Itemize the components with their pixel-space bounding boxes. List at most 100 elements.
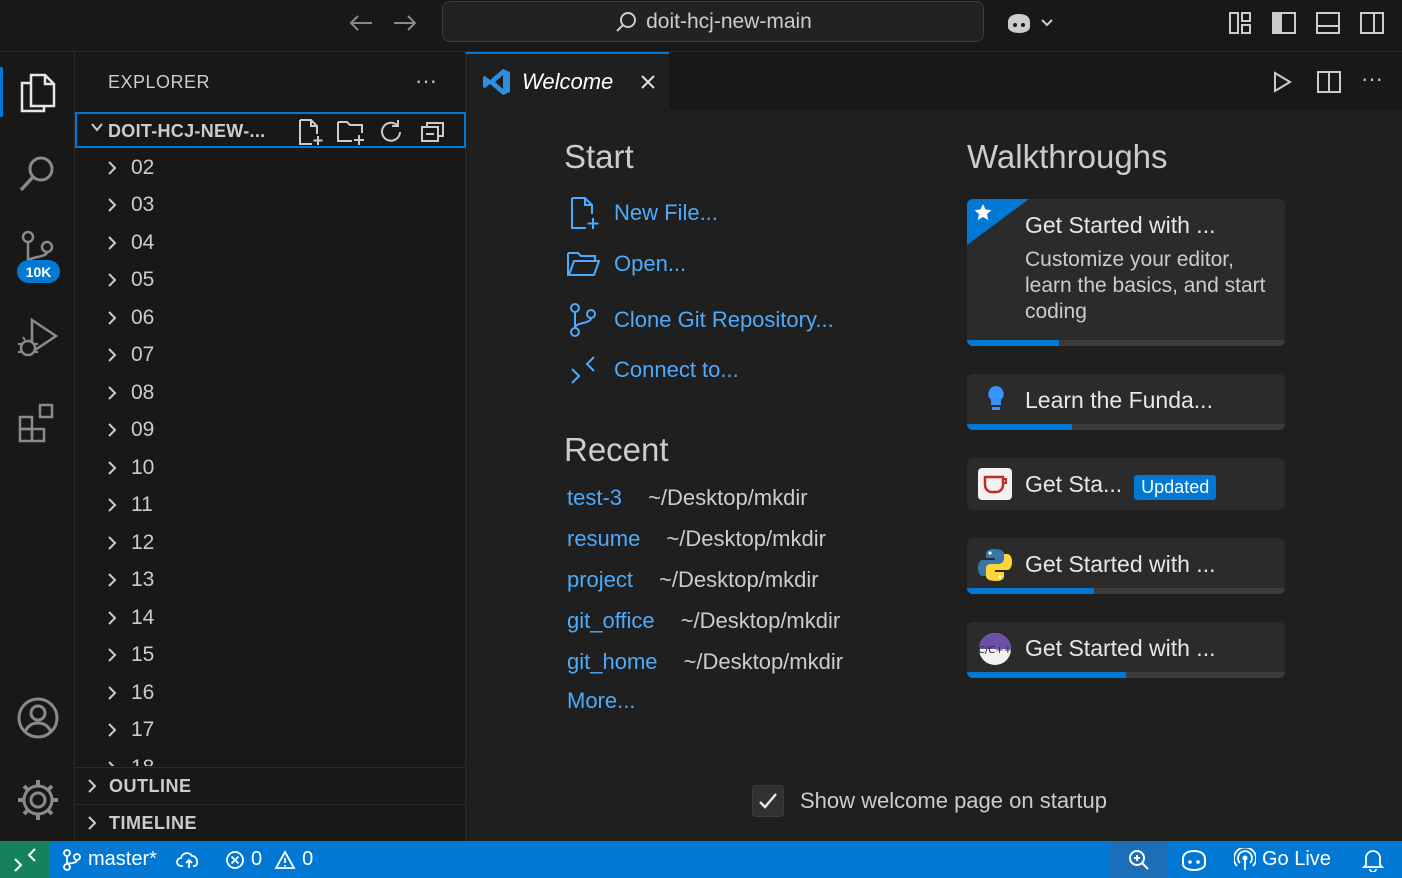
folder-row[interactable]: 09: [75, 412, 466, 450]
checkbox[interactable]: [752, 785, 784, 817]
title-bar: doit-hcj-new-main: [0, 0, 1402, 52]
folder-row[interactable]: 08: [75, 374, 466, 412]
connect-link[interactable]: Connect to...: [566, 355, 739, 385]
outline-section[interactable]: OUTLINE: [75, 767, 466, 804]
recent-path: ~/Desktop/mkdir: [659, 567, 819, 592]
folder-row[interactable]: 03: [75, 187, 466, 225]
accounts-icon[interactable]: [0, 683, 75, 753]
walkthrough-card[interactable]: Learn the Funda...: [967, 374, 1285, 430]
zoom-icon[interactable]: [1110, 841, 1168, 878]
toggle-primary-sidebar-icon[interactable]: [1269, 8, 1299, 38]
back-arrow-icon[interactable]: [346, 10, 376, 36]
recent-name[interactable]: git_home: [567, 649, 658, 675]
settings-gear-icon[interactable]: [0, 765, 75, 835]
command-center-search[interactable]: doit-hcj-new-main: [442, 1, 984, 42]
recent-item[interactable]: git_office ~/Desktop/mkdir: [567, 608, 840, 634]
warning-icon: [274, 849, 296, 869]
walkthrough-card[interactable]: Get Sta... Updated: [967, 458, 1285, 510]
folder-row[interactable]: 02: [75, 149, 466, 187]
walkthrough-progress: [967, 340, 1285, 346]
chevron-right-icon: [105, 309, 131, 327]
start-heading: Start: [564, 138, 634, 175]
new-file-link[interactable]: New File...: [566, 196, 718, 230]
chevron-right-icon: [105, 384, 131, 402]
walkthrough-card[interactable]: Get Started with ... Customize your edit…: [967, 199, 1285, 346]
folder-row[interactable]: 13: [75, 562, 466, 600]
tab-welcome[interactable]: Welcome: [466, 52, 669, 110]
notifications-bell-icon[interactable]: [1362, 841, 1384, 878]
copilot-menu-icon[interactable]: [1003, 8, 1057, 38]
new-file-icon[interactable]: [295, 118, 325, 146]
explorer-sidebar: EXPLORER ··· DOIT-HCJ-NEW-... 02 03 04 05 06…: [75, 52, 466, 841]
recent-path: ~/Desktop/mkdir: [648, 485, 808, 510]
more-actions-icon[interactable]: ···: [415, 68, 437, 94]
recent-name[interactable]: test-3: [567, 485, 622, 511]
tab-label: Welcome: [522, 69, 614, 94]
timeline-section[interactable]: TIMELINE: [75, 804, 466, 841]
run-debug-icon[interactable]: [0, 302, 75, 372]
folder-label: 06: [131, 305, 155, 329]
run-icon[interactable]: [1270, 70, 1294, 94]
workspace-root-header[interactable]: DOIT-HCJ-NEW-...: [75, 112, 466, 148]
folder-row[interactable]: 07: [75, 337, 466, 375]
folder-row[interactable]: 12: [75, 524, 466, 562]
customize-layout-icon[interactable]: [1225, 8, 1255, 38]
folder-row[interactable]: 10: [75, 449, 466, 487]
explorer-title: EXPLORER: [108, 72, 211, 92]
more-recent-link[interactable]: More...: [567, 688, 635, 714]
collapse-all-icon[interactable]: [418, 118, 448, 146]
folder-row[interactable]: 15: [75, 637, 466, 675]
recent-name[interactable]: project: [567, 567, 633, 593]
remote-icon: [566, 355, 600, 385]
close-icon[interactable]: [639, 73, 657, 91]
folder-row[interactable]: 17: [75, 712, 466, 750]
extensions-icon[interactable]: [0, 385, 75, 455]
editor-more-icon[interactable]: ···: [1361, 66, 1383, 92]
clone-git-link[interactable]: Clone Git Repository...: [566, 302, 834, 338]
branch-indicator[interactable]: master*: [62, 841, 157, 878]
copilot-status-icon[interactable]: [1180, 841, 1208, 878]
show-on-startup-toggle[interactable]: Show welcome page on startup: [752, 785, 1107, 817]
folder-row[interactable]: 16: [75, 674, 466, 712]
toggle-panel-icon[interactable]: [1313, 8, 1343, 38]
recent-item[interactable]: project ~/Desktop/mkdir: [567, 567, 819, 593]
recent-item[interactable]: git_home ~/Desktop/mkdir: [567, 649, 843, 675]
command-center-label: doit-hcj-new-main: [646, 9, 812, 33]
recent-name[interactable]: git_office: [567, 608, 655, 634]
remote-icon: [14, 847, 36, 872]
open-link[interactable]: Open...: [566, 249, 686, 279]
folder-row[interactable]: 05: [75, 262, 466, 300]
folder-row[interactable]: 06: [75, 299, 466, 337]
connect-label: Connect to...: [614, 357, 739, 382]
chevron-right-icon: [85, 777, 109, 795]
folder-label: 17: [131, 718, 155, 742]
folder-label: 15: [131, 643, 155, 667]
go-live-label: Go Live: [1262, 848, 1331, 870]
git-branch-icon: [566, 302, 600, 338]
recent-item[interactable]: test-3 ~/Desktop/mkdir: [567, 485, 808, 511]
recent-item[interactable]: resume ~/Desktop/mkdir: [567, 526, 826, 552]
walkthrough-card[interactable]: C/C++ Get Started with ...: [967, 622, 1285, 678]
star-corner-icon: [967, 199, 1029, 245]
go-live-button[interactable]: Go Live: [1234, 841, 1331, 878]
folder-row[interactable]: 11: [75, 487, 466, 525]
problems-indicator[interactable]: 0 0: [225, 841, 313, 878]
walkthrough-card[interactable]: Get Started with ...: [967, 538, 1285, 594]
folder-row[interactable]: 14: [75, 599, 466, 637]
folder-label: 03: [131, 193, 155, 217]
explorer-icon[interactable]: [0, 57, 75, 127]
walkthrough-progress: [967, 424, 1285, 430]
new-folder-icon[interactable]: [336, 118, 366, 146]
remote-indicator[interactable]: [0, 841, 50, 878]
recent-name[interactable]: resume: [567, 526, 640, 552]
toggle-secondary-sidebar-icon[interactable]: [1357, 8, 1387, 38]
forward-arrow-icon[interactable]: [390, 10, 420, 36]
folder-row[interactable]: 18: [75, 749, 466, 766]
split-editor-icon[interactable]: [1316, 70, 1342, 94]
walkthrough-title: Get Started with ...: [1025, 635, 1216, 661]
timeline-label: TIMELINE: [109, 812, 197, 833]
refresh-icon[interactable]: [377, 118, 407, 146]
sync-icon[interactable]: [176, 841, 202, 878]
search-view-icon[interactable]: [0, 139, 75, 209]
folder-row[interactable]: 04: [75, 224, 466, 262]
